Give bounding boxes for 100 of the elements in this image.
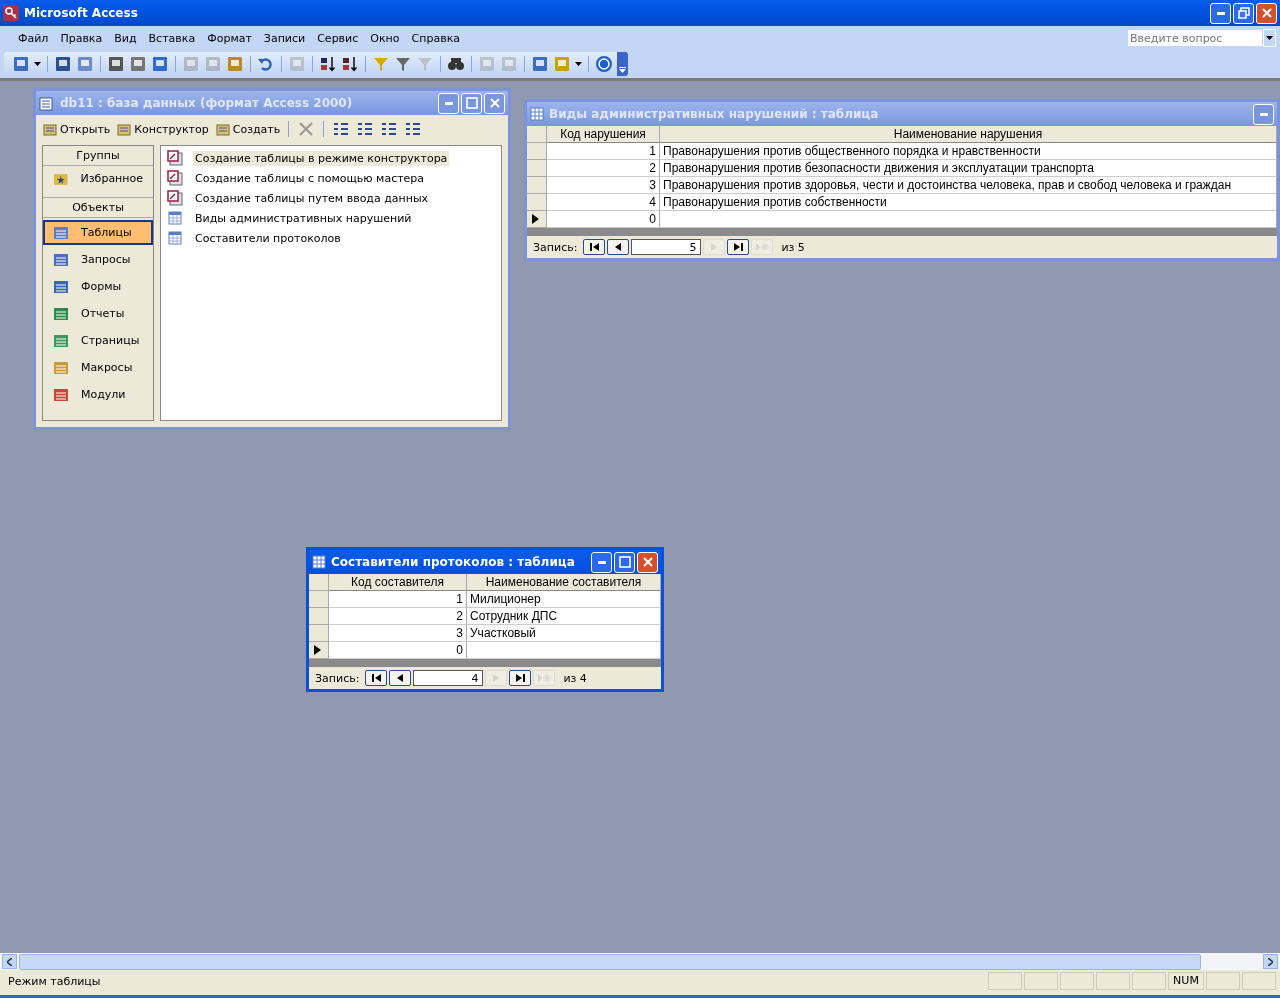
toolbar-options-button[interactable] [617,52,628,76]
column-header[interactable]: Наименование нарушения [660,126,1277,143]
chevron-left-icon [7,957,12,966]
last-record-button[interactable] [727,239,750,255]
column-header[interactable]: Код составителя [329,574,467,591]
table-cell: 1 [329,591,467,608]
restore-button[interactable] [1233,2,1254,24]
view-mode-icon[interactable] [332,120,351,138]
object-list-item[interactable]: Создание таблицы с помощью мастера [193,170,427,186]
print-icon[interactable] [107,55,125,73]
object-type-item[interactable]: Таблицы [43,220,153,245]
close-icon [1260,7,1273,19]
table-cell: 3 [547,177,660,194]
skip-start-icon [371,673,381,683]
object-type-item[interactable]: Модули [43,382,153,407]
group-label: Избранное [80,172,143,185]
object-type-label: Таблицы [81,226,132,239]
column-header[interactable]: Наименование составителя [467,574,661,591]
object-type-item[interactable]: Формы [43,274,153,299]
column-header[interactable]: Код нарушения [547,126,660,143]
maximize-button[interactable] [614,551,635,573]
help-search-field[interactable]: Введите вопрос [1127,29,1263,47]
scroll-left-button[interactable] [2,954,17,969]
open-button[interactable]: Открыть [42,121,111,137]
help-icon[interactable] [595,55,613,73]
grid-icon [53,332,69,349]
record-number-field[interactable]: 4 [413,670,484,686]
grid-icon [53,359,69,376]
spell-icon[interactable] [151,55,169,73]
status-pane [1024,972,1058,990]
skip-end-icon [733,242,743,252]
window-title: Виды административных нарушений : таблица [549,107,879,121]
view-icon[interactable] [12,55,30,73]
status-pane [1132,972,1166,990]
status-pane [988,972,1022,990]
caret-icon[interactable] [34,62,41,66]
undo-icon[interactable] [257,55,275,73]
grid-icon [53,305,69,322]
objects-heading[interactable]: Объекты [43,197,153,218]
menu-item[interactable]: Формат [201,29,258,47]
close-button[interactable] [637,551,658,573]
table-cell: Правонарушения против безопасности движения и эксплуатации транспорта [660,160,1277,177]
close-button[interactable] [1256,2,1277,24]
close-icon [641,556,654,568]
save-icon[interactable] [54,55,72,73]
object-type-item[interactable]: Страницы [43,328,153,353]
menu-item[interactable]: Файл [12,29,55,47]
object-list-item[interactable]: Создание таблицы в режиме конструктора [193,150,450,166]
object-type-item[interactable]: Запросы [43,247,153,272]
menu-item[interactable]: Вставка [142,29,202,47]
grid-icon [53,278,69,295]
paste-icon[interactable] [226,55,244,73]
sort-asc-icon[interactable] [319,55,337,73]
menu-item[interactable]: Сервис [311,29,365,47]
menu-item[interactable]: Вид [108,29,143,47]
view-mode-icon[interactable] [380,120,399,138]
minimize-button[interactable] [1210,2,1231,24]
menu-item[interactable]: Записи [257,29,312,47]
caret-icon[interactable] [1266,36,1273,40]
scroll-right-button[interactable] [1263,954,1278,969]
table-cell: 2 [329,608,467,625]
menu-item[interactable]: Справка [405,29,466,47]
find-icon[interactable] [447,55,465,73]
menu-item[interactable]: Правка [54,29,109,47]
status-pane [1206,972,1240,990]
filter-form-icon[interactable] [394,55,412,73]
object-type-label: Запросы [81,253,131,266]
object-type-item[interactable]: Отчеты [43,301,153,326]
document-pencil-icon [167,190,183,206]
last-record-button[interactable] [509,670,532,686]
view-mode-icon[interactable] [404,120,423,138]
groups-heading[interactable]: Группы [43,146,153,166]
previous-record-button[interactable] [607,239,630,255]
group-item[interactable]: Избранное [43,166,153,191]
menu-item[interactable]: Окно [364,29,406,47]
document-pencil-icon [167,150,183,166]
row-selector[interactable] [309,642,329,659]
object-list-item[interactable]: Составители протоколов [193,230,343,246]
object-list-item[interactable]: Виды административных нарушений [193,210,414,226]
design-button[interactable]: Конструктор [116,121,209,137]
dropdown-button[interactable] [1263,29,1276,47]
object-type-item[interactable]: Макросы [43,355,153,380]
view-mode-icon[interactable] [356,120,375,138]
first-record-button[interactable] [365,670,388,686]
caret-icon[interactable] [575,62,582,66]
db-window-icon[interactable] [531,55,549,73]
search-icon[interactable] [76,55,94,73]
previous-record-button[interactable] [389,670,412,686]
grid-icon [53,224,69,241]
document-pencil-icon [167,170,183,186]
preview-icon[interactable] [129,55,147,73]
new-button[interactable]: Создать [214,121,281,137]
minimize-button[interactable] [591,551,612,573]
record-number-field[interactable]: 5 [631,239,702,255]
sort-desc-icon[interactable] [341,55,359,73]
object-list-item[interactable]: Создание таблицы путем ввода данных [193,190,431,206]
first-record-button[interactable] [583,239,606,255]
arrow-star-icon [755,242,770,252]
object-type-label: Страницы [81,334,140,347]
row-selector[interactable] [527,211,547,228]
